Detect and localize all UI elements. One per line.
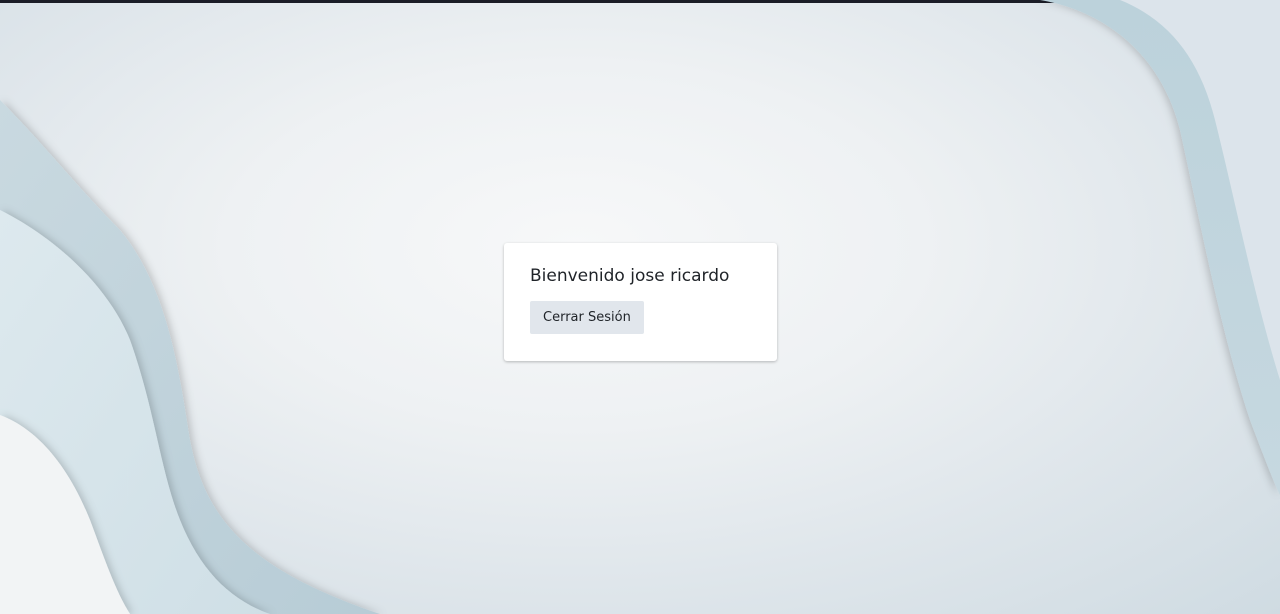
login-success-page: Bienvenido jose ricardo Cerrar Sesión — [0, 0, 1280, 614]
logout-button[interactable]: Cerrar Sesión — [530, 301, 644, 334]
welcome-card: Bienvenido jose ricardo Cerrar Sesión — [504, 243, 777, 361]
welcome-message: Bienvenido jose ricardo — [530, 266, 730, 286]
